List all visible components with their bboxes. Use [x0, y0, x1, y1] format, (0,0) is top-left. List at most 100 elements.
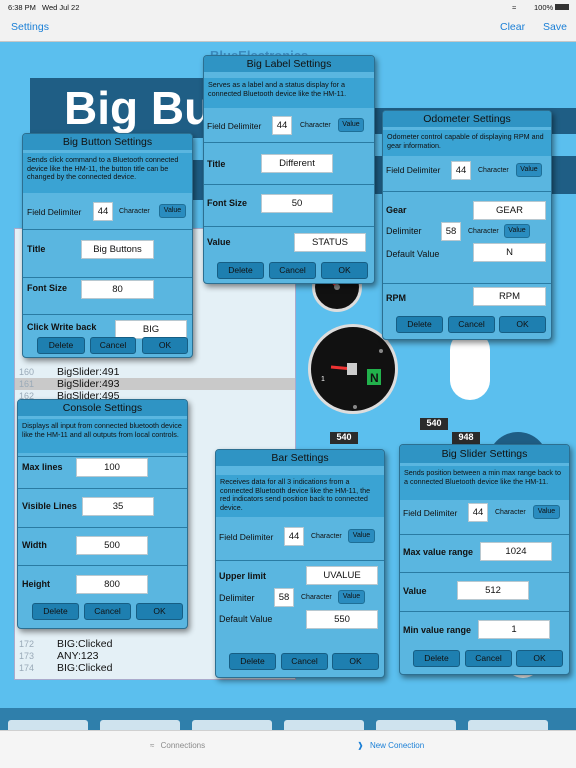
delimiter-label: Delimiter [219, 593, 255, 603]
divider [18, 488, 187, 489]
character-label: Character [301, 594, 332, 601]
save-button[interactable]: Save [543, 21, 567, 33]
divider [18, 527, 187, 528]
title-input[interactable]: Different [261, 154, 333, 173]
max-range-label: Max value range [403, 547, 474, 557]
delete-button[interactable]: Delete [229, 653, 276, 670]
max-lines-input[interactable]: 100 [76, 458, 148, 477]
rpm-input[interactable]: RPM [473, 287, 546, 306]
cancel-button[interactable]: Cancel [465, 650, 512, 667]
big-button-settings-dialog: Big Button Settings Sends click command … [22, 133, 193, 358]
gauge-face-icon: 1 N [321, 349, 383, 409]
character-label: Character [119, 208, 150, 215]
console-line: 160 BigSlider:491 [19, 366, 120, 378]
nav-bar: Settings Clear Save [0, 14, 576, 42]
field-delimiter-input[interactable]: 44 [284, 527, 304, 546]
cancel-button[interactable]: Cancel [281, 653, 328, 670]
upper-limit-label: Upper limit [219, 571, 267, 581]
dialog-description: Receives data for all 3 indications from… [216, 475, 384, 517]
svg-text:1: 1 [321, 376, 325, 383]
min-range-input[interactable]: 1 [478, 620, 550, 639]
default-value-label: Default Value [219, 614, 273, 624]
ok-button[interactable]: OK [142, 337, 188, 354]
tab-connections[interactable]: ≈ Connections [150, 741, 205, 750]
ok-button[interactable]: OK [516, 650, 563, 667]
odometer-settings-dialog: Odometer Settings Odometer control capab… [382, 110, 552, 340]
tab-bar: ≈ Connections ❱ New Conection [0, 730, 576, 768]
width-input[interactable]: 500 [76, 536, 148, 555]
value-toggle[interactable]: Value [338, 118, 364, 132]
field-delimiter-input[interactable]: 44 [451, 161, 471, 180]
field-delimiter-input[interactable]: 44 [468, 503, 488, 522]
field-delimiter-input[interactable]: 44 [272, 116, 292, 135]
console-line-highlighted: 161 BigSlider:493 [15, 378, 295, 390]
dialog-title: Big Button Settings [23, 134, 192, 150]
gear-input[interactable]: GEAR [473, 201, 546, 220]
value-toggle[interactable]: Value [516, 163, 542, 177]
character-label: Character [300, 122, 331, 129]
title-input[interactable]: Big Buttons [81, 240, 154, 259]
title-label: Title [207, 159, 226, 169]
height-input[interactable]: 800 [76, 575, 148, 594]
value-label: Value [403, 586, 427, 596]
value-toggle[interactable]: Value [159, 204, 186, 218]
clear-button[interactable]: Clear [500, 21, 525, 33]
value-input[interactable]: STATUS [294, 233, 366, 252]
divider [383, 191, 551, 192]
delimiter-label: Delimiter [386, 226, 422, 236]
divider [383, 283, 551, 284]
gear-label: Gear [386, 205, 407, 215]
delimiter-input[interactable]: 58 [274, 588, 294, 607]
value-toggle[interactable]: Value [338, 590, 365, 604]
ok-button[interactable]: OK [321, 262, 368, 279]
upper-limit-input[interactable]: UVALUE [306, 566, 378, 585]
click-write-back-label: Click Write back [27, 322, 97, 332]
value-toggle[interactable]: Value [348, 529, 375, 543]
dialog-title: Big Label Settings [204, 56, 374, 72]
delete-button[interactable]: Delete [413, 650, 460, 667]
svg-text:N: N [370, 371, 379, 385]
divider [216, 560, 384, 561]
value-input[interactable]: 512 [457, 581, 529, 600]
field-delimiter-input[interactable]: 44 [93, 202, 113, 221]
default-value-label: Default Value [386, 249, 440, 259]
max-lines-label: Max lines [22, 462, 63, 472]
bluetooth-icon: ❱ [357, 741, 364, 750]
ok-button[interactable]: OK [136, 603, 183, 620]
default-value-input[interactable]: N [473, 243, 546, 262]
font-size-input[interactable]: 80 [81, 280, 154, 299]
ok-button[interactable]: OK [332, 653, 379, 670]
big-label-settings-dialog: Big Label Settings Serves as a label and… [203, 55, 375, 284]
title-label: Title [27, 244, 46, 254]
cancel-button[interactable]: Cancel [269, 262, 316, 279]
status-time: 6:38 PM [8, 3, 36, 12]
ok-button[interactable]: OK [499, 316, 546, 333]
delete-button[interactable]: Delete [396, 316, 443, 333]
default-value-input[interactable]: 550 [306, 610, 378, 629]
cancel-button[interactable]: Cancel [448, 316, 495, 333]
settings-button[interactable]: Settings [11, 21, 49, 33]
divider [204, 184, 374, 185]
field-delimiter-label: Field Delimiter [27, 207, 82, 217]
delete-button[interactable]: Delete [32, 603, 79, 620]
cancel-button[interactable]: Cancel [90, 337, 136, 354]
min-range-label: Min value range [403, 625, 472, 635]
delimiter-input[interactable]: 58 [441, 222, 461, 241]
max-range-input[interactable]: 1024 [480, 542, 552, 561]
bar-settings-dialog: Bar Settings Receives data for all 3 ind… [215, 449, 385, 678]
delete-button[interactable]: Delete [217, 262, 264, 279]
delete-button[interactable]: Delete [37, 337, 85, 354]
divider [23, 277, 192, 278]
slider-track-preview[interactable] [450, 330, 490, 400]
console-settings-dialog: Console Settings Displays all input from… [17, 399, 188, 629]
tab-new-connection-label: New Conection [369, 741, 425, 750]
cancel-button[interactable]: Cancel [84, 603, 131, 620]
tab-new-connection[interactable]: ❱ New Conection [357, 741, 424, 750]
value-toggle[interactable]: Value [504, 224, 530, 238]
dialog-title: Console Settings [18, 400, 187, 416]
value-toggle[interactable]: Value [533, 505, 560, 519]
field-delimiter-label: Field Delimiter [386, 165, 441, 175]
visible-lines-input[interactable]: 35 [82, 497, 154, 516]
font-size-input[interactable]: 50 [261, 194, 333, 213]
field-delimiter-label: Field Delimiter [207, 121, 262, 131]
